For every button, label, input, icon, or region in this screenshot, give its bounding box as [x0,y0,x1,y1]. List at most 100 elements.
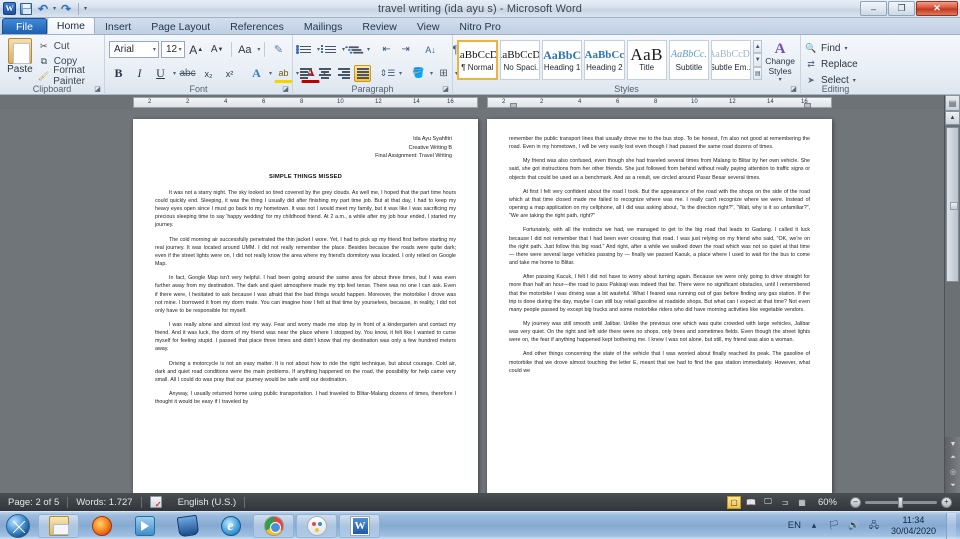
tab-page-layout[interactable]: Page Layout [141,18,220,34]
taskbar-media-player[interactable] [124,514,165,538]
zoom-level[interactable]: 60% [812,493,843,511]
borders-button[interactable]: ⊞ [435,65,452,82]
subscript-button[interactable]: x₂ [199,64,218,83]
font-family-combo[interactable]: Arial ▾ [109,41,159,58]
superscript-button[interactable]: x² [220,64,239,83]
clipboard-dialog-launcher[interactable]: ◪ [93,85,102,94]
taskbar-windows-explorer[interactable] [38,513,79,538]
show-hidden-icons-button[interactable]: ▴ [807,519,821,533]
view-outline-button[interactable]: ⊐ [778,496,792,509]
bold-button[interactable]: B [109,64,128,83]
replace-button[interactable]: ⇄ Replace [805,57,866,71]
text-effects-button[interactable]: A [247,64,266,83]
line-spacing-button[interactable]: ⇕☰ [379,65,396,82]
find-button[interactable]: 🔍 Find ▾ [805,41,866,55]
maximize-button[interactable]: ❐ [888,1,915,16]
select-browse-object-icon[interactable]: ◎ [945,465,960,479]
show-desktop-button[interactable] [946,512,956,539]
view-full-screen-reading-button[interactable]: 📖 [744,496,758,509]
zoom-slider[interactable]: – + [850,496,952,508]
right-indent-marker[interactable] [804,103,811,108]
zoom-slider-track[interactable] [865,496,937,508]
tab-home[interactable]: Home [46,17,95,34]
italic-button[interactable]: I [130,64,149,83]
ribbon-tab-bar[interactable]: File Home Insert Page Layout References … [0,17,960,35]
align-center-button[interactable] [316,65,333,82]
paste-button[interactable]: Paste ▾ [4,37,36,83]
close-button[interactable]: ✕ [916,1,958,16]
language-indicator[interactable]: English (U.S.) [170,493,245,511]
style-heading-2[interactable]: AaBbCc Heading 2 [584,40,625,80]
clear-formatting-button[interactable]: ✎ [269,40,288,59]
change-case-button[interactable]: Aa [235,40,254,59]
decrease-indent-button[interactable]: ⇤ [378,41,395,58]
font-dialog-launcher[interactable]: ◪ [281,85,290,94]
paragraph-dialog-launcher[interactable]: ◪ [441,85,450,94]
network-icon[interactable]: 🖧 [867,519,881,533]
find-dropdown-icon[interactable]: ▾ [844,45,847,52]
taskbar-paint[interactable] [296,513,337,538]
left-indent-marker[interactable] [510,103,517,108]
numbering-button[interactable] [321,41,339,58]
word-count[interactable]: Words: 1.727 [68,493,140,511]
style-title[interactable]: AaB Title [626,40,667,80]
document-area[interactable]: 2 2 4 6 8 10 12 14 16 2 2 4 6 8 10 12 14… [0,95,960,493]
page-right[interactable]: remember the public transport lines that… [487,119,832,493]
view-print-layout-button[interactable]: ▢ [726,495,741,509]
tab-view[interactable]: View [407,18,450,34]
taskbar-blue-app[interactable] [167,514,208,538]
style-subtle-emphasis[interactable]: AaBbCcDc Subtle Em... [711,40,752,80]
scrollbar-thumb[interactable] [946,127,959,282]
styles-gallery-scroll[interactable]: ▲ ▼ ▤ [753,40,763,80]
strikethrough-button[interactable]: abc [178,64,197,83]
tab-mailings[interactable]: Mailings [294,18,353,34]
align-right-button[interactable] [335,65,352,82]
scrollbar-split-icon[interactable]: ▤ [945,95,960,111]
format-painter-button[interactable]: 🖌 Format Painter [38,65,100,87]
clock[interactable]: 11:34 30/04/2020 [887,515,940,537]
tab-review[interactable]: Review [352,18,406,34]
line-spacing-dropdown-icon[interactable]: ▾ [399,70,402,77]
scrollbar-bottom-controls[interactable]: ▼ ⏶ ◎ ⏷ [945,437,960,493]
shading-dropdown-icon[interactable]: ▾ [430,70,433,77]
justify-button[interactable] [354,65,371,82]
scroll-up-arrow[interactable]: ▲ [945,111,960,125]
text-effects-dropdown-icon[interactable]: ▾ [269,70,272,77]
scroll-down-arrow[interactable]: ▼ [945,437,960,451]
page-left[interactable]: Ida Ayu Syahfitri Creative Writing B Fin… [133,119,478,493]
multilevel-list-button[interactable] [344,41,364,58]
cut-button[interactable]: ✂ Cut [38,39,100,53]
ruler-right-page[interactable]: 2 2 4 6 8 10 12 14 16 [487,97,832,108]
spelling-status-icon[interactable] [142,493,170,511]
underline-button[interactable]: U [151,64,170,83]
view-draft-button[interactable]: ▦ [795,496,809,509]
ruler-left-page[interactable]: 2 2 4 6 8 10 12 14 16 [133,97,478,108]
styles-scroll-down-icon[interactable]: ▼ [753,53,763,67]
previous-page-icon[interactable]: ⏶ [945,451,960,465]
taskbar-internet-explorer[interactable]: e [210,514,251,538]
action-center-icon[interactable]: 🏳 [827,519,841,533]
tab-nitro-pro[interactable]: Nitro Pro [449,18,510,34]
shrink-font-button[interactable]: A ▼ [208,40,227,59]
style-no-spacing[interactable]: AaBbCcDc ¶ No Spaci... [499,40,540,80]
style-normal[interactable]: AaBbCcDc ¶ Normal [457,40,498,80]
grow-font-button[interactable]: A ▲ [187,40,206,59]
taskbar-word[interactable] [339,513,380,538]
align-left-button[interactable] [297,65,314,82]
vertical-scrollbar[interactable]: ▤ ▲ ▼ ⏶ ◎ ⏷ [944,95,960,493]
tab-insert[interactable]: Insert [95,18,141,34]
styles-more-icon[interactable]: ▤ [753,66,763,80]
font-size-combo[interactable]: 12 ▾ [160,41,185,58]
horizontal-ruler[interactable]: 2 2 4 6 8 10 12 14 16 2 2 4 6 8 10 12 14… [0,95,960,109]
minimize-button[interactable]: – [860,1,887,16]
paste-dropdown-icon[interactable]: ▾ [18,75,21,82]
underline-dropdown-icon[interactable]: ▾ [173,70,176,77]
style-heading-1[interactable]: AaBbC Heading 1 [541,40,583,80]
multilevel-dropdown-icon[interactable]: ▾ [367,46,370,53]
language-indicator-tray[interactable]: EN [788,520,801,531]
zoom-out-button[interactable]: – [850,496,861,508]
styles-dialog-launcher[interactable]: ◪ [789,85,798,94]
start-button[interactable] [1,513,35,539]
style-subtitle[interactable]: AaBbCc. Subtitle [668,40,710,80]
bullets-button[interactable] [296,41,314,58]
